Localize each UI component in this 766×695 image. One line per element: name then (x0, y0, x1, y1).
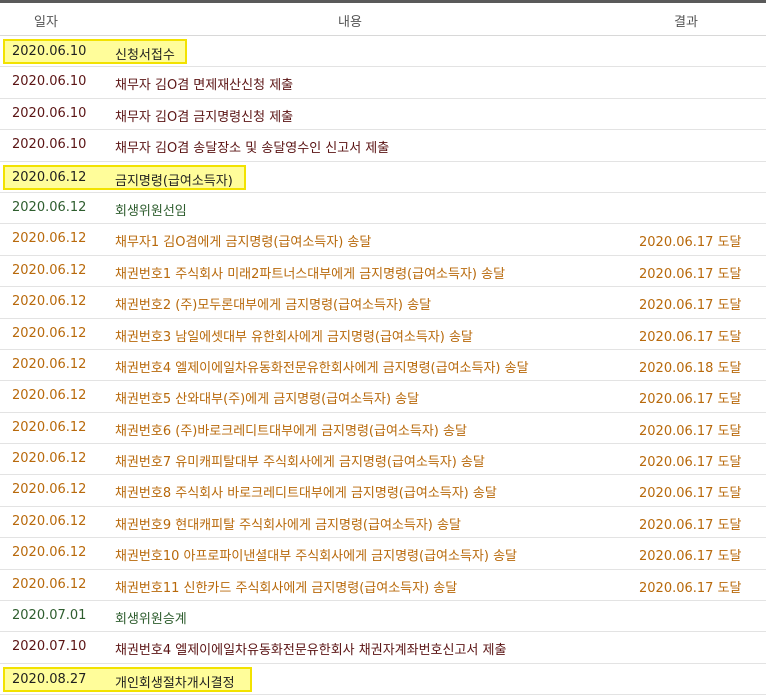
highlight-box: 2020.08.27 개인회생절차개시결정 (3, 666, 252, 692)
row-content: 채권번호2 (주)모두론대부에게 금지명령(급여소득자) 송달 (115, 298, 432, 314)
row-content: 채무자 김O겸 송달장소 및 송달영수인 신고서 제출 (115, 141, 390, 157)
row-date: 2020.06.10 (12, 74, 87, 90)
row-result: 2020.06.17 도달 (639, 235, 742, 251)
row-result: 2020.06.17 도달 (639, 266, 742, 282)
table-row: 2020.07.01 회생위원승계 (0, 601, 766, 633)
row-date: 2020.06.10 (12, 44, 87, 59)
table-row: 2020.06.12 회생위원선임 (0, 193, 766, 225)
row-content: 채권번호6 (주)바로크레디트대부에게 금지명령(급여소득자) 송달 (115, 423, 467, 439)
row-date: 2020.06.12 (12, 545, 87, 561)
row-content: 채권번호5 산와대부(주)에게 금지명령(급여소득자) 송달 (115, 392, 420, 408)
table-row: 2020.06.12 채권번호8 주식회사 바로크레디트대부에게 금지명령(급여소… (0, 475, 766, 507)
row-content: 개인회생절차개시결정 (115, 675, 235, 691)
row-date: 2020.06.12 (12, 451, 87, 467)
row-date: 2020.06.12 (12, 262, 87, 278)
row-content: 채권번호1 주식회사 미래2파트너스대부에게 금지명령(급여소득자) 송달 (115, 266, 506, 282)
row-content: 채무자 김O겸 면제재산신청 제출 (115, 78, 294, 94)
table-row: 2020.06.12 금지명령(급여소득자) (0, 162, 766, 193)
table-row: 2020.08.27 개인회생절차개시결정 (0, 664, 766, 695)
row-date: 2020.06.12 (12, 388, 87, 404)
table-row: 2020.06.12 채권번호3 남일에셋대부 유한회사에게 금지명령(급여소득자… (0, 319, 766, 350)
table-row: 2020.06.10 채무자 김O겸 금지명령신청 제출 (0, 99, 766, 131)
row-date: 2020.06.12 (12, 513, 87, 529)
header-date: 일자 (34, 15, 58, 30)
row-date: 2020.06.12 (12, 199, 87, 215)
row-date: 2020.07.01 (12, 608, 87, 624)
row-content: 금지명령(급여소득자) (115, 173, 233, 189)
case-progress-table: 일자 내용 결과 2020.06.10 신청서접수 2020.06.10 채무자 김O… (0, 0, 766, 695)
row-result: 2020.06.18 도달 (639, 360, 742, 376)
row-content: 채무자1 김O겸에게 금지명령(급여소득자) 송달 (115, 235, 372, 251)
row-date: 2020.07.10 (12, 639, 87, 655)
row-content: 채권번호9 현대캐피탈 주식회사에게 금지명령(급여소득자) 송달 (115, 517, 461, 533)
table-row: 2020.06.12 채무자1 김O겸에게 금지명령(급여소득자) 송달 2020.… (0, 224, 766, 256)
row-content: 채권번호4 엘제이에일차유동화전문유한회사에게 금지명령(급여소득자) 송달 (115, 360, 529, 376)
table-row: 2020.06.12 채권번호1 주식회사 미래2파트너스대부에게 금지명령(급여… (0, 256, 766, 288)
row-content: 신청서접수 (115, 48, 175, 63)
table-row: 2020.06.10 신청서접수 (0, 36, 766, 68)
table-body: 2020.06.10 신청서접수 2020.06.10 채무자 김O겸 면제재산신청 … (0, 36, 766, 695)
row-content: 채권번호8 주식회사 바로크레디트대부에게 금지명령(급여소득자) 송달 (115, 486, 497, 502)
header-content: 내용 (338, 15, 362, 30)
row-date: 2020.06.12 (12, 231, 87, 247)
row-result: 2020.06.17 도달 (639, 549, 742, 565)
row-result: 2020.06.17 도달 (639, 517, 742, 533)
row-content: 채무자 김O겸 금지명령신청 제출 (115, 109, 294, 125)
row-result: 2020.06.17 도달 (639, 580, 742, 596)
header-result: 결과 (674, 15, 698, 30)
row-result: 2020.06.17 도달 (639, 298, 742, 314)
row-date: 2020.08.27 (12, 671, 87, 687)
row-result: 2020.06.17 도달 (639, 455, 742, 471)
row-content: 회생위원선임 (115, 203, 187, 219)
table-row: 2020.06.12 채권번호9 현대캐피탈 주식회사에게 금지명령(급여소득자)… (0, 507, 766, 539)
table-header: 일자 내용 결과 (0, 3, 766, 36)
row-date: 2020.06.12 (12, 325, 87, 341)
table-row: 2020.06.12 채권번호2 (주)모두론대부에게 금지명령(급여소득자) 송… (0, 287, 766, 319)
table-row: 2020.06.12 채권번호5 산와대부(주)에게 금지명령(급여소득자) 송달… (0, 381, 766, 413)
row-result: 2020.06.17 도달 (639, 486, 742, 502)
row-date: 2020.06.12 (12, 419, 87, 435)
highlight-box: 2020.06.12 금지명령(급여소득자) (3, 164, 246, 190)
row-content: 채권번호10 아프로파이낸셜대부 주식회사에게 금지명령(급여소득자) 송달 (115, 549, 518, 565)
row-date: 2020.06.10 (12, 137, 87, 153)
table-row: 2020.06.12 채권번호11 신한카드 주식회사에게 금지명령(급여소득자)… (0, 570, 766, 602)
table-row: 2020.06.10 채무자 김O겸 송달장소 및 송달영수인 신고서 제출 (0, 130, 766, 162)
row-content: 채권번호11 신한카드 주식회사에게 금지명령(급여소득자) 송달 (115, 580, 458, 596)
row-content: 채권번호7 유미캐피탈대부 주식회사에게 금지명령(급여소득자) 송달 (115, 455, 485, 471)
table-row: 2020.06.12 채권번호7 유미캐피탈대부 주식회사에게 금지명령(급여소득… (0, 444, 766, 476)
row-date: 2020.06.10 (12, 105, 87, 121)
row-date: 2020.06.12 (12, 356, 87, 372)
row-date: 2020.06.12 (12, 294, 87, 310)
row-result: 2020.06.17 도달 (639, 329, 742, 345)
table-row: 2020.06.12 채권번호6 (주)바로크레디트대부에게 금지명령(급여소득자… (0, 413, 766, 445)
row-date: 2020.06.12 (12, 576, 87, 592)
row-content: 회생위원승계 (115, 612, 187, 628)
table-row: 2020.06.12 채권번호4 엘제이에일차유동화전문유한회사에게 금지명령(급… (0, 350, 766, 382)
row-date: 2020.06.12 (12, 169, 87, 185)
table-row: 2020.07.10 채권번호4 엘제이에일차유동화전문유한회사 채권자계좌번호신… (0, 632, 766, 664)
row-date: 2020.06.12 (12, 482, 87, 498)
table-row: 2020.06.12 채권번호10 아프로파이낸셜대부 주식회사에게 금지명령(급… (0, 538, 766, 570)
highlight-box: 2020.06.10 신청서접수 (3, 39, 187, 64)
row-result: 2020.06.17 도달 (639, 392, 742, 408)
row-content: 채권번호3 남일에셋대부 유한회사에게 금지명령(급여소득자) 송달 (115, 329, 473, 345)
table-row: 2020.06.10 채무자 김O겸 면제재산신청 제출 (0, 67, 766, 99)
row-content: 채권번호4 엘제이에일차유동화전문유한회사 채권자계좌번호신고서 제출 (115, 643, 507, 659)
row-result: 2020.06.17 도달 (639, 423, 742, 439)
